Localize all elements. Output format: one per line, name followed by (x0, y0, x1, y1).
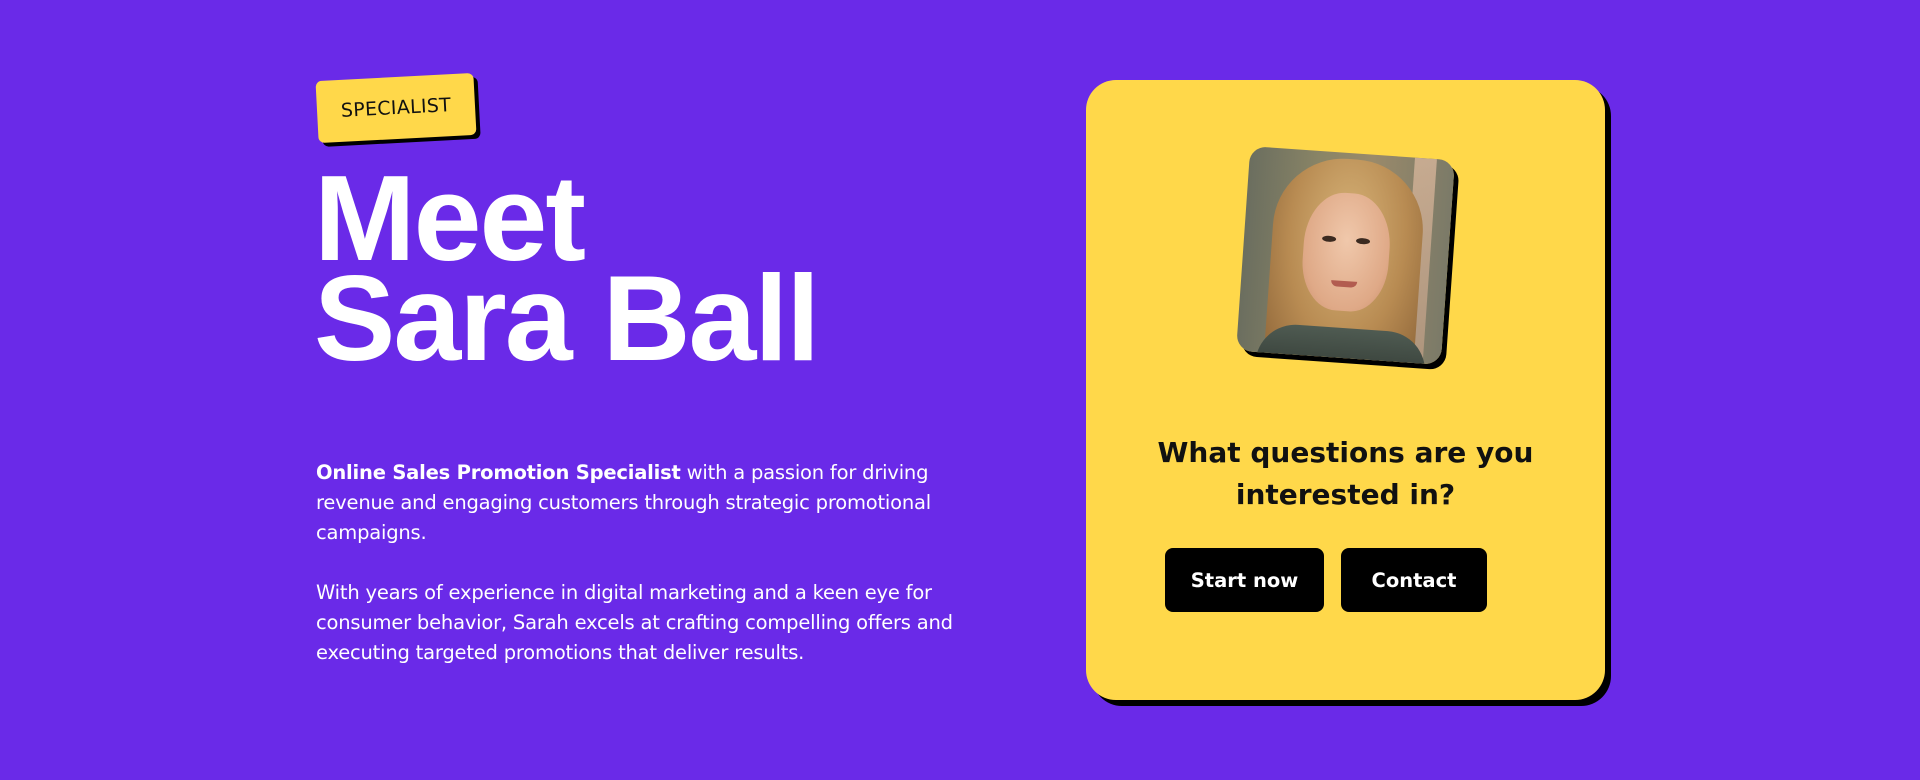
card-actions: Start now Contact (1165, 548, 1487, 612)
badge-label: SPECIALIST (340, 94, 452, 122)
contact-card: What questions are you interested in? St… (1086, 80, 1605, 700)
profile-photo (1236, 146, 1455, 365)
bio-text: Online Sales Promotion Specialist with a… (316, 458, 956, 668)
bio-role: Online Sales Promotion Specialist (316, 461, 681, 484)
page-title: Meet Sara Ball (314, 157, 820, 386)
hero-section: SPECIALIST Meet Sara Ball Online Sales P… (0, 0, 1920, 780)
title-line-2: Sara Ball (314, 250, 820, 386)
bio-paragraph-2: With years of experience in digital mark… (316, 581, 953, 664)
bio-paragraph-1: Online Sales Promotion Specialist with a… (316, 458, 956, 548)
contact-button[interactable]: Contact (1341, 548, 1487, 612)
specialist-badge: SPECIALIST (315, 72, 477, 144)
start-now-button[interactable]: Start now (1165, 548, 1324, 612)
card-question: What questions are you interested in? (1157, 436, 1534, 511)
